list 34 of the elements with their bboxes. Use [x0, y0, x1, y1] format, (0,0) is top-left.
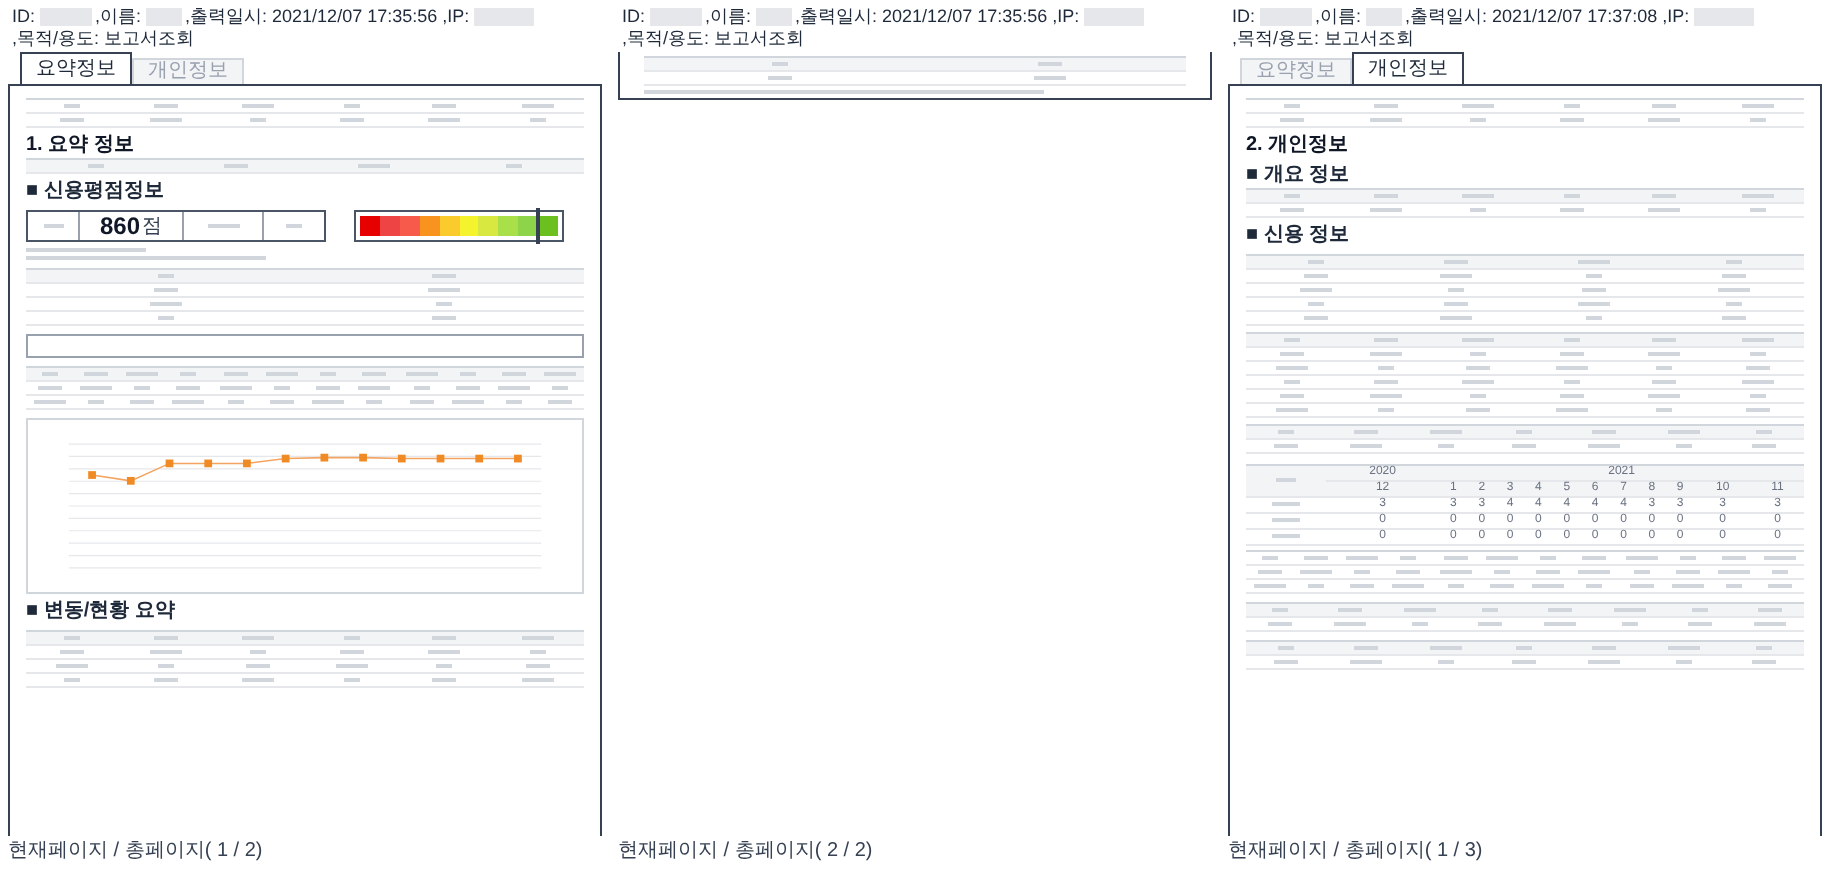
page-title: 2. 개인정보	[1246, 134, 1351, 158]
tab[interactable]: 요약정보	[20, 52, 132, 84]
page-footer: 현재페이지 / 총페이지( 1 / 3)	[1220, 840, 1830, 872]
score-unit: 점	[142, 213, 163, 241]
header-text: ,목적/용도: 보고서조회	[1232, 28, 1415, 50]
redacted-block	[473, 8, 534, 26]
header-text: ,이름:	[705, 6, 752, 28]
page-footer: 현재페이지 / 총페이지( 2 / 2)	[610, 840, 1220, 872]
redacted-block	[39, 8, 92, 26]
redacted-block	[1365, 8, 1402, 26]
header-text: ,이름:	[1315, 6, 1362, 28]
redacted-block	[145, 8, 182, 26]
header-text: ID:	[1232, 6, 1256, 28]
header-text: ID:	[622, 6, 646, 28]
redacted-block	[649, 8, 702, 26]
page-footer: 현재페이지 / 총페이지( 1 / 2)	[0, 840, 610, 872]
header-text: ,출력일시: 2021/12/07 17:37:08 ,IP:	[1405, 6, 1690, 28]
tab[interactable]: 개인정보	[1352, 52, 1464, 84]
redacted-block	[1693, 8, 1754, 26]
header-text: ,목적/용도: 보고서조회	[12, 28, 195, 50]
section-heading: ■ 변동/현황 요약	[26, 600, 177, 624]
section-heading: ■ 신용 정보	[1246, 224, 1352, 248]
header-text: ID:	[12, 6, 36, 28]
header-text: ,출력일시: 2021/12/07 17:35:56 ,IP:	[795, 6, 1080, 28]
section-heading: ■ 신용평점정보	[26, 180, 166, 204]
header-text: ,출력일시: 2021/12/07 17:35:56 ,IP:	[185, 6, 470, 28]
redacted-block	[1083, 8, 1144, 26]
score-value: 860	[99, 210, 141, 244]
redacted-block	[755, 8, 792, 26]
section-heading: ■ 개요 정보	[1246, 164, 1352, 188]
header-text: ,목적/용도: 보고서조회	[622, 28, 805, 50]
header-text: ,이름:	[95, 6, 142, 28]
page-title: 1. 요약 정보	[26, 134, 136, 158]
redacted-block	[1259, 8, 1312, 26]
